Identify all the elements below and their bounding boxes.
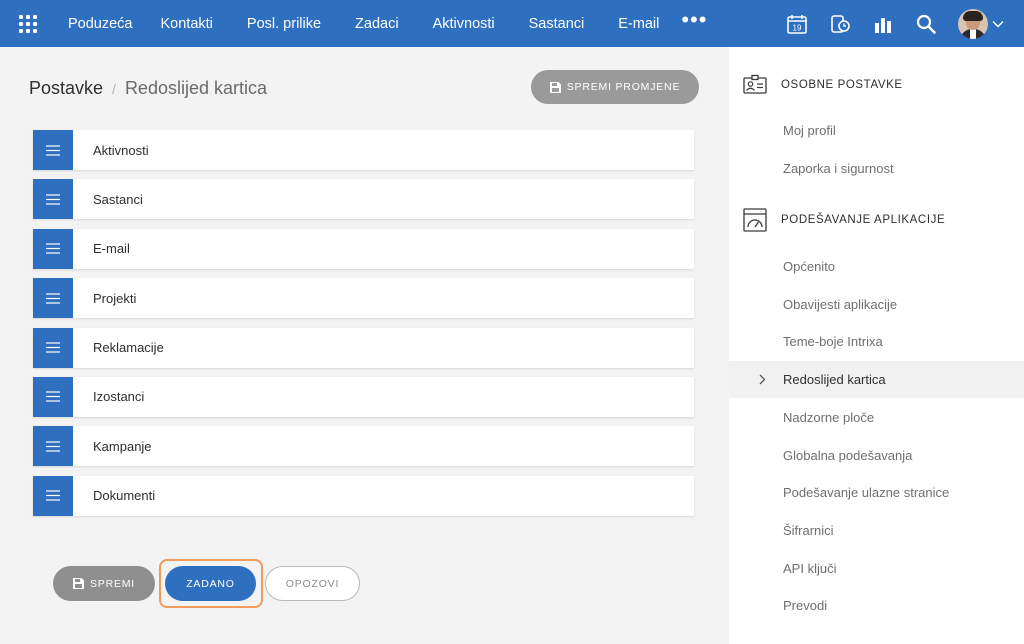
section-personal-settings: OSOBNE POSTAVKE	[743, 73, 903, 97]
sidebar-item-label: Šifrarnici	[783, 522, 834, 538]
more-menu-button[interactable]: •••	[681, 8, 707, 30]
id-card-icon	[743, 73, 767, 97]
revert-button[interactable]: OPOZOVI	[265, 566, 360, 601]
nav-item-sastanci[interactable]: Sastanci	[529, 16, 585, 32]
sidebar-item[interactable]: Šifrarnici	[729, 512, 1024, 549]
settings-sidebar: OSOBNE POSTAVKE Moj profil Zaporka i sigu…	[729, 47, 1024, 644]
sidebar-item[interactable]: Globalna podešavanja	[729, 437, 1024, 474]
sidebar-item[interactable]: Prevodi	[729, 587, 1024, 624]
sidebar-item[interactable]: Podešavanje ulazne stranice	[729, 474, 1024, 511]
sidebar-item[interactable]: Teme-boje Intrixa	[729, 323, 1024, 360]
nav-item-zadaci[interactable]: Zadaci	[355, 16, 399, 32]
tab-order-list: Aktivnosti Sastanci E-mail Projekti Reklamac…	[33, 130, 694, 525]
tab-order-row[interactable]: Izostanci	[33, 376, 694, 417]
tab-order-row[interactable]: Kampanje	[33, 426, 694, 467]
tab-order-label: Sastanci	[93, 191, 143, 207]
tab-order-label: Reklamacije	[93, 340, 164, 356]
apps-grid-icon[interactable]	[0, 0, 56, 47]
main-nav: Poduzeća Kontakti Posl. prilike Zadaci A…	[56, 0, 707, 47]
save-changes-label: SPREMI PROMJENE	[566, 81, 681, 93]
breadcrumb-separator: /	[112, 81, 116, 97]
sidebar-item[interactable]: Moj profil	[729, 112, 1024, 149]
bar-chart-icon[interactable]	[872, 13, 894, 35]
sidebar-item-label: Općenito	[783, 259, 836, 274]
sidebar-item[interactable]: Općenito	[729, 248, 1024, 285]
tab-order-row[interactable]: Reklamacije	[33, 327, 694, 368]
tab-order-row[interactable]: Dokumenti	[33, 475, 694, 516]
sidebar-item[interactable]: Redoslijed kartica	[729, 361, 1024, 399]
drag-handle-icon[interactable]	[33, 376, 73, 417]
tab-order-row[interactable]: Projekti	[33, 278, 694, 319]
section-title: OSOBNE POSTAVKE	[781, 79, 903, 91]
sidebar-item[interactable]: API ključi	[729, 550, 1024, 587]
tab-order-label: Izostanci	[93, 389, 145, 405]
sidebar-item-label: Moj profil	[783, 123, 836, 138]
nav-item-kontakti[interactable]: Kontakti	[161, 16, 213, 32]
top-navigation-bar: Poduzeća Kontakti Posl. prilike Zadaci A…	[0, 0, 1024, 47]
breadcrumb: Postavke / Redoslijed kartica	[29, 78, 267, 99]
nav-item-posl-prilike[interactable]: Posl. prilike	[247, 16, 321, 32]
chevron-down-icon[interactable]	[992, 20, 1004, 28]
floppy-disk-icon	[549, 81, 561, 93]
tab-order-label: E-mail	[93, 241, 130, 257]
tab-order-row[interactable]: E-mail	[33, 228, 694, 269]
calendar-day: 19	[793, 23, 802, 32]
page-title: Redoslijed kartica	[124, 78, 268, 98]
nav-item-aktivnosti[interactable]: Aktivnosti	[433, 16, 495, 32]
avatar[interactable]	[958, 8, 988, 39]
section-app-settings: PODEŠAVANJE APLIKACIJE	[743, 208, 945, 232]
drag-handle-icon[interactable]	[33, 327, 73, 368]
tab-order-row[interactable]: Aktivnosti	[33, 130, 694, 170]
drag-handle-icon[interactable]	[33, 475, 73, 516]
sidebar-item-label: Obavijesti aplikacije	[783, 296, 898, 312]
nav-item-poduzeca[interactable]: Poduzeća	[68, 16, 133, 32]
drag-handle-icon[interactable]	[33, 278, 73, 319]
tab-order-label: Aktivnosti	[93, 142, 149, 158]
save-label: SPREMI	[89, 577, 136, 590]
sidebar-item-label: Globalna podešavanja	[783, 447, 913, 463]
chevron-right-icon	[759, 374, 766, 385]
sidebar-item[interactable]: Obavijesti aplikacije	[729, 286, 1024, 323]
floppy-disk-icon	[72, 578, 84, 589]
sidebar-item[interactable]: Zaporka i sigurnost	[729, 150, 1024, 187]
sidebar-item[interactable]: Nadzorne ploče	[729, 399, 1024, 436]
sidebar-item-label: Nadzorne ploče	[783, 409, 875, 425]
drag-handle-icon[interactable]	[33, 130, 73, 170]
drag-handle-icon[interactable]	[33, 179, 73, 220]
tab-order-label: Kampanje	[93, 438, 152, 454]
speedometer-icon	[743, 208, 767, 232]
nav-item-email[interactable]: E-mail	[618, 16, 659, 32]
section-title: PODEŠAVANJE APLIKACIJE	[781, 214, 946, 226]
drag-handle-icon[interactable]	[33, 228, 73, 269]
sidebar-item-label: API ključi	[783, 560, 837, 576]
sidebar-item-label: Zaporka i sigurnost	[783, 160, 894, 176]
sidebar-item-label: Prevodi	[783, 598, 828, 614]
tab-order-row[interactable]: Sastanci	[33, 179, 694, 220]
tab-order-label: Projekti	[93, 290, 137, 306]
breadcrumb-root[interactable]: Postavke	[29, 78, 103, 99]
default-button[interactable]: ZADANO	[165, 566, 256, 601]
save-changes-button[interactable]: SPREMI PROMJENE	[531, 70, 699, 104]
sidebar-item-label: Podešavanje ulazne stranice	[783, 485, 950, 501]
sidebar-item-label: Redoslijed kartica	[783, 372, 886, 388]
calendar-icon[interactable]: 19	[786, 13, 808, 35]
search-icon[interactable]	[915, 13, 937, 35]
drag-handle-icon[interactable]	[33, 426, 73, 467]
sidebar-item-label: Teme-boje Intrixa	[783, 334, 883, 350]
tab-order-label: Dokumenti	[93, 488, 156, 504]
save-button[interactable]: SPREMI	[53, 566, 155, 601]
phone-icon[interactable]	[829, 13, 851, 35]
